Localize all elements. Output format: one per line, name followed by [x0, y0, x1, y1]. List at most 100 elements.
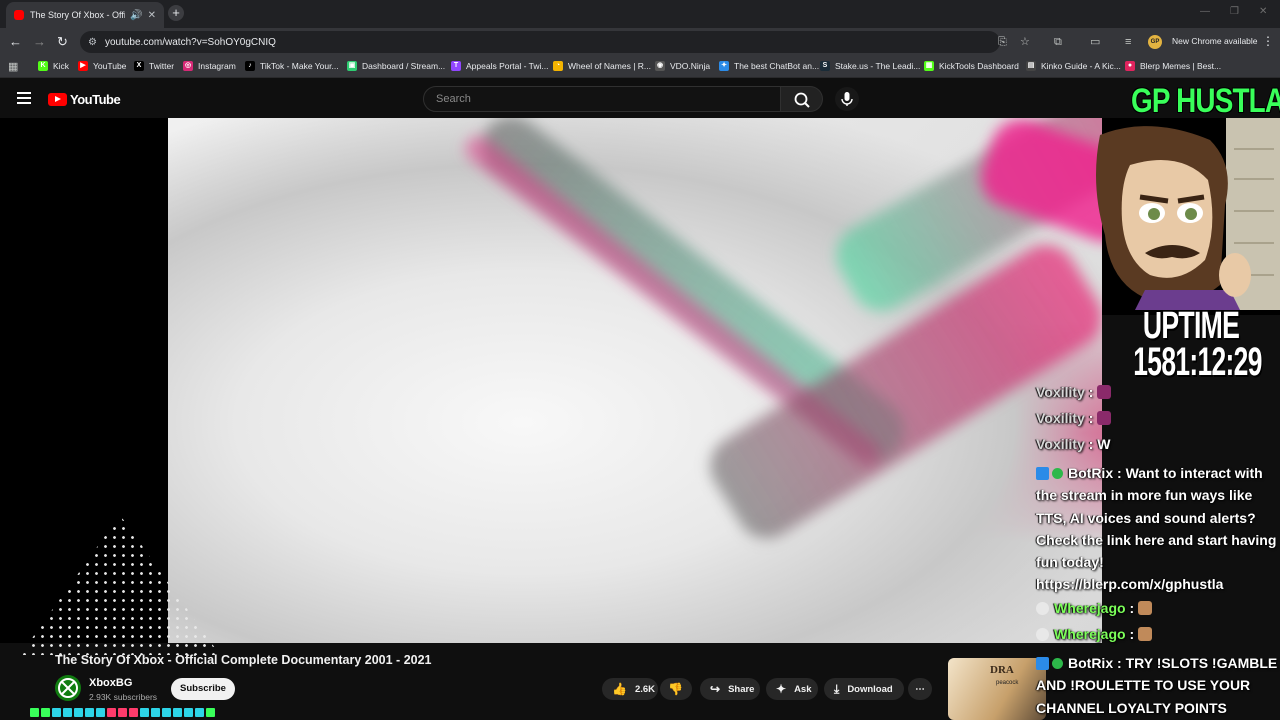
- chat-message-bot: BotRix : TRY !SLOTS !GAMBLE AND !ROULETT…: [1036, 655, 1278, 716]
- bookmark-label: KickTools Dashboard: [939, 61, 1019, 71]
- bookmark-favicon-icon: ◔: [553, 61, 563, 71]
- bookmark-favicon-icon: ▦: [924, 61, 934, 71]
- apps-grid-icon[interactable]: ▦: [8, 60, 18, 73]
- subscribe-button[interactable]: Subscribe: [171, 678, 235, 700]
- bookmark-label: Instagram: [198, 61, 236, 71]
- youtube-header: YouTube Search: [0, 78, 1280, 118]
- more-actions-button[interactable]: ⋯: [908, 678, 932, 700]
- bookmark-favicon-icon: ♪: [245, 61, 255, 71]
- verified-icon: [1052, 468, 1063, 479]
- subscriber-count: 2.93K subscribers: [89, 692, 158, 702]
- speaker-icon[interactable]: 🔊: [130, 10, 142, 21]
- chat-message-bot: BotRix : Want to interact with the strea…: [1036, 465, 1277, 593]
- bookmark-label: Kinko Guide - A Kic...: [1041, 61, 1121, 71]
- bookmark-item[interactable]: ● Blerp Memes | Best...: [1125, 61, 1221, 71]
- tab-title: The Story Of Xbox - Official Complete Do…: [30, 10, 126, 20]
- emote-icon: [1138, 627, 1153, 641]
- chat-message: Wherejago :: [1036, 626, 1153, 642]
- uptime-value: 1581:12:29: [1133, 340, 1262, 384]
- dislike-button[interactable]: 👎: [660, 678, 692, 700]
- reload-icon[interactable]: ↻: [57, 34, 68, 50]
- bookmark-item[interactable]: ◎ Instagram: [183, 61, 236, 71]
- bookmark-item[interactable]: ▦ KickTools Dashboard: [924, 61, 1019, 71]
- chrome-menu-icon[interactable]: ⋮: [1262, 34, 1274, 48]
- browser-toolbar: ← → ↻ ⚙ youtube.com/watch?v=SohOY0gCNIQ …: [0, 28, 1280, 56]
- new-chrome-available[interactable]: New Chrome available: [1172, 36, 1258, 46]
- install-app-icon[interactable]: ⎘: [998, 35, 1007, 49]
- bookmark-favicon-icon: ✦: [719, 61, 729, 71]
- thumbs-down-icon: 👎: [668, 682, 683, 696]
- bookmark-star-icon[interactable]: ☆: [1020, 35, 1030, 49]
- moderator-badge-icon: [1036, 602, 1049, 615]
- browser-tab-strip: The Story Of Xbox - Official Complete Do…: [0, 0, 1280, 28]
- emote-icon: [1097, 385, 1112, 399]
- search-button[interactable]: [781, 86, 823, 112]
- youtube-play-icon: [48, 93, 67, 106]
- menu-icon[interactable]: [17, 92, 31, 104]
- moderator-badge-icon: [1036, 628, 1049, 641]
- channel-name[interactable]: XboxBG: [89, 677, 132, 689]
- bookmark-item[interactable]: K Kick: [38, 61, 69, 71]
- emote-icon: [1138, 601, 1153, 615]
- voice-search-button[interactable]: [835, 87, 859, 111]
- bookmark-label: Appeals Portal - Twi...: [466, 61, 549, 71]
- address-bar[interactable]: ⚙ youtube.com/watch?v=SohOY0gCNIQ: [80, 31, 1000, 53]
- more-icon: ⋯: [915, 683, 925, 695]
- bookmark-item[interactable]: ◉ VDO.Ninja: [655, 61, 710, 71]
- back-icon[interactable]: ←: [9, 34, 22, 50]
- bookmark-label: YouTube: [93, 61, 127, 71]
- search-input[interactable]: Search: [423, 86, 781, 112]
- bookmark-item[interactable]: S Stake.us - The Leadi...: [820, 61, 920, 71]
- url-text: youtube.com/watch?v=SohOY0gCNIQ: [104, 36, 276, 48]
- bookmark-item[interactable]: ◔ Wheel of Names | R...: [553, 61, 651, 71]
- microphone-icon: [841, 92, 853, 106]
- bookmark-item[interactable]: X Twitter: [134, 61, 174, 71]
- chat-message: Voxility :: [1036, 384, 1112, 400]
- bookmark-favicon-icon: ◉: [655, 61, 665, 71]
- bookmark-item[interactable]: ▤ Kinko Guide - A Kic...: [1026, 61, 1121, 71]
- ask-button[interactable]: ✦ Ask: [766, 678, 818, 700]
- emote-icon: [1097, 411, 1112, 425]
- reading-list-icon[interactable]: ≡: [1125, 35, 1131, 49]
- bot-badge-icon: [1036, 467, 1049, 480]
- extensions-icon[interactable]: ⧉: [1054, 35, 1062, 49]
- media-controls-icon[interactable]: ▭: [1090, 35, 1100, 49]
- bookmark-favicon-icon: ●: [1125, 61, 1135, 71]
- bookmark-item[interactable]: ▣ Dashboard / Stream...: [347, 61, 445, 71]
- share-button[interactable]: ↪ Share: [700, 678, 760, 700]
- forward-icon[interactable]: →: [33, 34, 46, 50]
- bookmark-favicon-icon: T: [451, 61, 461, 71]
- share-icon: ↪: [710, 682, 721, 696]
- chat-message: Wherejago :: [1036, 600, 1153, 616]
- bookmark-item[interactable]: ♪ TikTok - Make Your...: [245, 61, 339, 71]
- youtube-logo[interactable]: YouTube: [48, 92, 121, 107]
- thumbs-up-icon: 👍: [612, 682, 627, 696]
- bookmark-item[interactable]: ✦ The best ChatBot an...: [719, 61, 819, 71]
- browser-tab[interactable]: The Story Of Xbox - Official Complete Do…: [6, 2, 164, 28]
- channel-avatar[interactable]: [55, 675, 81, 701]
- close-window-icon[interactable]: ✕: [1259, 6, 1267, 17]
- bookmark-favicon-icon: X: [134, 61, 144, 71]
- download-button[interactable]: ⤓ Download: [824, 678, 904, 700]
- streamer-avatar-cartoon: [1096, 126, 1251, 310]
- sparkle-icon: ✦: [776, 682, 787, 696]
- bookmark-label: Blerp Memes | Best...: [1140, 61, 1222, 71]
- recommended-video-thumbnail[interactable]: DRA peacock: [948, 658, 1046, 720]
- maximize-icon[interactable]: ❐: [1230, 6, 1239, 17]
- bookmark-favicon-icon: ▶: [78, 61, 88, 71]
- overlay-channel-title: GP HUSTLA: [1131, 82, 1280, 120]
- bookmark-label: Kick: [53, 61, 70, 71]
- bookmark-favicon-icon: K: [38, 61, 48, 71]
- bookmark-item[interactable]: T Appeals Portal - Twi...: [451, 61, 549, 71]
- close-tab-icon[interactable]: ✕: [148, 10, 156, 21]
- video-player[interactable]: [168, 118, 1102, 643]
- xbox-logo-icon: [58, 678, 78, 698]
- site-info-icon[interactable]: ⚙: [88, 37, 97, 48]
- bookmarks-bar: ▦ K Kick ▶ YouTube X Twitter ◎ Instagram ♪ TikTok…: [0, 56, 1280, 78]
- bookmark-item[interactable]: ▶ YouTube: [78, 61, 126, 71]
- minimize-icon[interactable]: —: [1200, 6, 1210, 17]
- like-button[interactable]: 👍 2.6K: [602, 678, 658, 700]
- profile-avatar[interactable]: GP: [1148, 35, 1162, 49]
- new-tab-button[interactable]: +: [168, 5, 184, 21]
- bookmark-favicon-icon: ▤: [1026, 61, 1036, 71]
